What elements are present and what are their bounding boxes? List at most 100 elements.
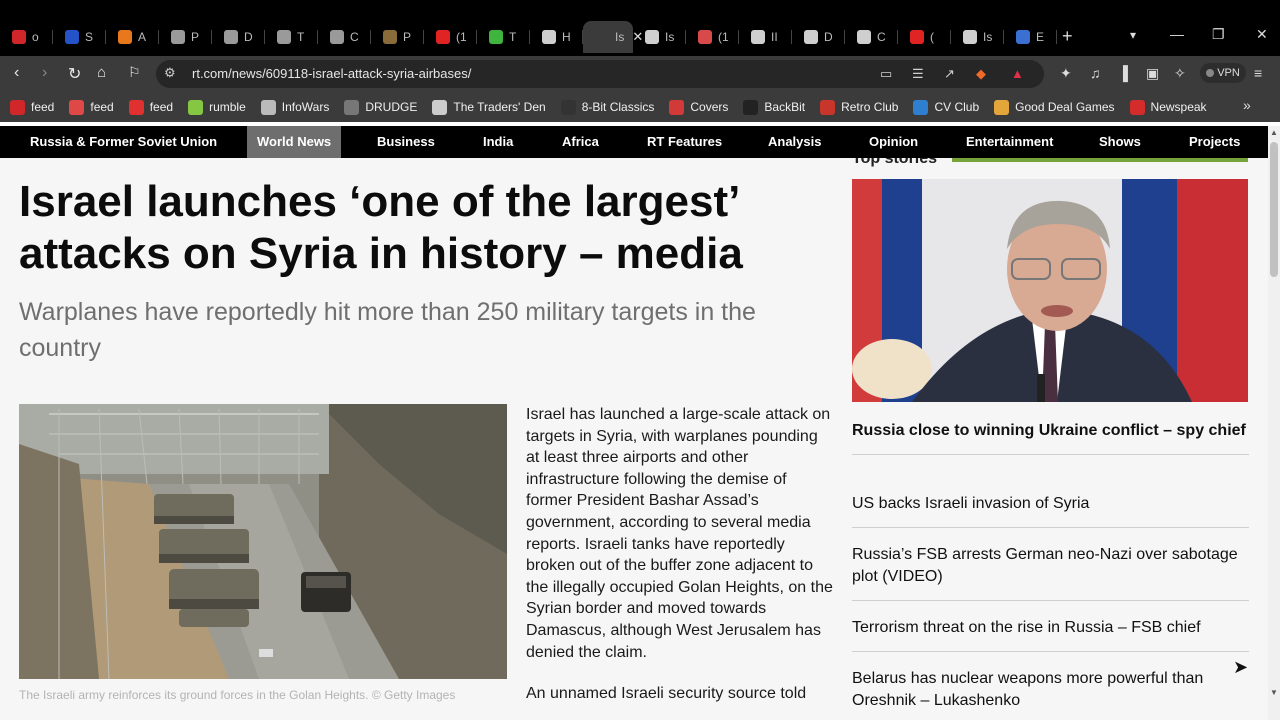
bookmark-item[interactable]: Newspeak	[1129, 99, 1207, 115]
nav-item[interactable]: Russia & Former Soviet Union	[30, 126, 217, 158]
cast-icon[interactable]: ▭	[880, 66, 892, 82]
wallet-icon[interactable]: ▣	[1146, 65, 1159, 82]
story-link[interactable]: Belarus has nuclear weapons more powerfu…	[852, 668, 1249, 720]
minimize-button[interactable]: —	[1170, 26, 1184, 42]
browser-tab[interactable]: D	[212, 21, 265, 53]
drudge-icon	[344, 99, 360, 115]
close-window-button[interactable]: ✕	[1256, 26, 1268, 43]
browser-tab[interactable]: P	[371, 21, 424, 53]
reload-button[interactable]: ↻	[68, 64, 81, 84]
leo-ai-icon[interactable]: ✧	[1174, 65, 1186, 82]
music-icon[interactable]: ♫	[1090, 65, 1101, 81]
scroll-up-icon[interactable]: ▲	[1270, 128, 1278, 137]
openai-icon	[804, 30, 818, 44]
bookmark-item[interactable]: Good Deal Games	[994, 99, 1115, 115]
bookmark-item[interactable]: InfoWars	[260, 99, 330, 115]
back-button[interactable]: ‹	[14, 64, 19, 82]
restore-button[interactable]: ❐	[1212, 26, 1225, 43]
browser-tab[interactable]: Is	[633, 21, 686, 53]
bookmark-item[interactable]: The Traders' Den	[432, 99, 546, 115]
share-icon[interactable]: ↗	[944, 66, 955, 82]
browser-tab[interactable]: S	[53, 21, 106, 53]
nav-item[interactable]: Africa	[562, 126, 599, 158]
nav-item[interactable]: Opinion	[869, 126, 918, 158]
nav-item[interactable]: Business	[377, 126, 435, 158]
bookmark-item[interactable]: Covers	[669, 99, 729, 115]
vpn-status-icon	[1206, 69, 1215, 77]
vpn-button[interactable]: VPN	[1200, 63, 1246, 83]
article-subheadline: Warplanes have reportedly hit more than …	[19, 298, 756, 362]
nav-item[interactable]: Analysis	[768, 126, 821, 158]
bookmark-item[interactable]: CV Club	[913, 99, 979, 115]
nav-item[interactable]: Shows	[1099, 126, 1141, 158]
top-stories-accent-bar	[952, 158, 1248, 162]
article-lead-image[interactable]	[19, 404, 507, 679]
bookmark-item[interactable]: 8-Bit Classics	[560, 99, 654, 115]
brave-shields-icon[interactable]: ◆	[976, 66, 986, 82]
bookmarks-overflow-icon[interactable]: »	[1243, 97, 1251, 113]
nav-item[interactable]: Entertainment	[966, 126, 1053, 158]
nav-item[interactable]: World News	[247, 126, 342, 158]
forward-button[interactable]: ›	[42, 64, 47, 82]
extensions-icon[interactable]: ✦	[1060, 65, 1072, 82]
nav-item[interactable]: India	[483, 126, 513, 158]
tab-title: (1	[456, 30, 467, 44]
browser-tab[interactable]: P	[159, 21, 212, 53]
top-story-headline[interactable]: Russia close to winning Ukraine conflict…	[852, 420, 1249, 455]
youtube-icon	[436, 30, 450, 44]
browser-tab[interactable]: (1	[686, 21, 739, 53]
tab-title: D	[244, 30, 253, 44]
tab-title: C	[350, 30, 359, 44]
browser-tab[interactable]: H	[530, 21, 583, 53]
browser-tab[interactable]: E	[1004, 21, 1057, 53]
browser-tab[interactable]: A	[106, 21, 159, 53]
e-logo-icon	[118, 30, 132, 44]
url-text[interactable]: rt.com/news/609118-israel-attack-syria-a…	[192, 66, 471, 81]
bookmark-item[interactable]: feed	[69, 99, 114, 115]
tab-title: T	[297, 30, 305, 44]
home-button[interactable]: ⌂	[97, 64, 106, 81]
browser-tab[interactable]: II	[739, 21, 792, 53]
bookmark-item[interactable]: DRUDGE	[344, 99, 417, 115]
reader-mode-icon[interactable]: ☰	[912, 66, 924, 82]
menu-icon[interactable]: ≡	[1254, 65, 1262, 81]
address-bar[interactable]: ⚙ rt.com/news/609118-israel-attack-syria…	[156, 60, 1044, 88]
browser-tab[interactable]: Is ✕	[583, 21, 643, 53]
tanks-on-road-photo	[19, 404, 507, 679]
nav-item[interactable]: RT Features	[647, 126, 722, 158]
story-link[interactable]: Terrorism threat on the rise in Russia –…	[852, 617, 1249, 652]
browser-tab[interactable]: T	[265, 21, 318, 53]
browser-tab[interactable]: (	[898, 21, 951, 53]
browser-tab[interactable]: Is	[951, 21, 1004, 53]
browser-tab[interactable]: D	[792, 21, 845, 53]
scroll-down-icon[interactable]: ▼	[1270, 688, 1278, 697]
new-tab-button[interactable]: +	[1062, 26, 1073, 47]
tab-title: S	[85, 30, 94, 44]
tab-search-chevron-icon[interactable]: ▾	[1130, 28, 1136, 42]
top-story-image[interactable]	[852, 179, 1248, 402]
bookmark-item[interactable]: feed	[10, 99, 54, 115]
sidebar-icon[interactable]: ▐	[1118, 65, 1128, 81]
bookmark-item[interactable]: BackBit	[743, 99, 805, 115]
brave-rewards-icon[interactable]: ▲	[1011, 66, 1024, 81]
nav-item[interactable]: Projects	[1189, 126, 1240, 158]
scrollbar-thumb[interactable]	[1270, 142, 1278, 277]
story-link[interactable]: Russia’s FSB arrests German neo-Nazi ove…	[852, 544, 1249, 601]
bookmark-item[interactable]: Retro Club	[820, 99, 898, 115]
browser-tab[interactable]: (1	[424, 21, 477, 53]
backbit-icon	[743, 99, 759, 115]
bookmark-label: Covers	[690, 100, 729, 114]
browser-tab[interactable]: T	[477, 21, 530, 53]
bookmark-label: InfoWars	[281, 100, 330, 114]
browser-tab[interactable]: C	[845, 21, 898, 53]
youtube-icon	[910, 30, 924, 44]
bookmark-item[interactable]: rumble	[188, 99, 246, 115]
page-scrollbar[interactable]: ▲ ▼	[1268, 126, 1280, 720]
site-settings-icon[interactable]: ⚙	[164, 65, 176, 81]
bookmark-button[interactable]: ⚐	[128, 64, 141, 81]
tab-title: D	[824, 30, 833, 44]
story-link[interactable]: US backs Israeli invasion of Syria	[852, 493, 1249, 528]
bookmark-item[interactable]: feed	[128, 99, 173, 115]
browser-tab[interactable]: C	[318, 21, 371, 53]
browser-tab[interactable]: o	[0, 21, 53, 53]
